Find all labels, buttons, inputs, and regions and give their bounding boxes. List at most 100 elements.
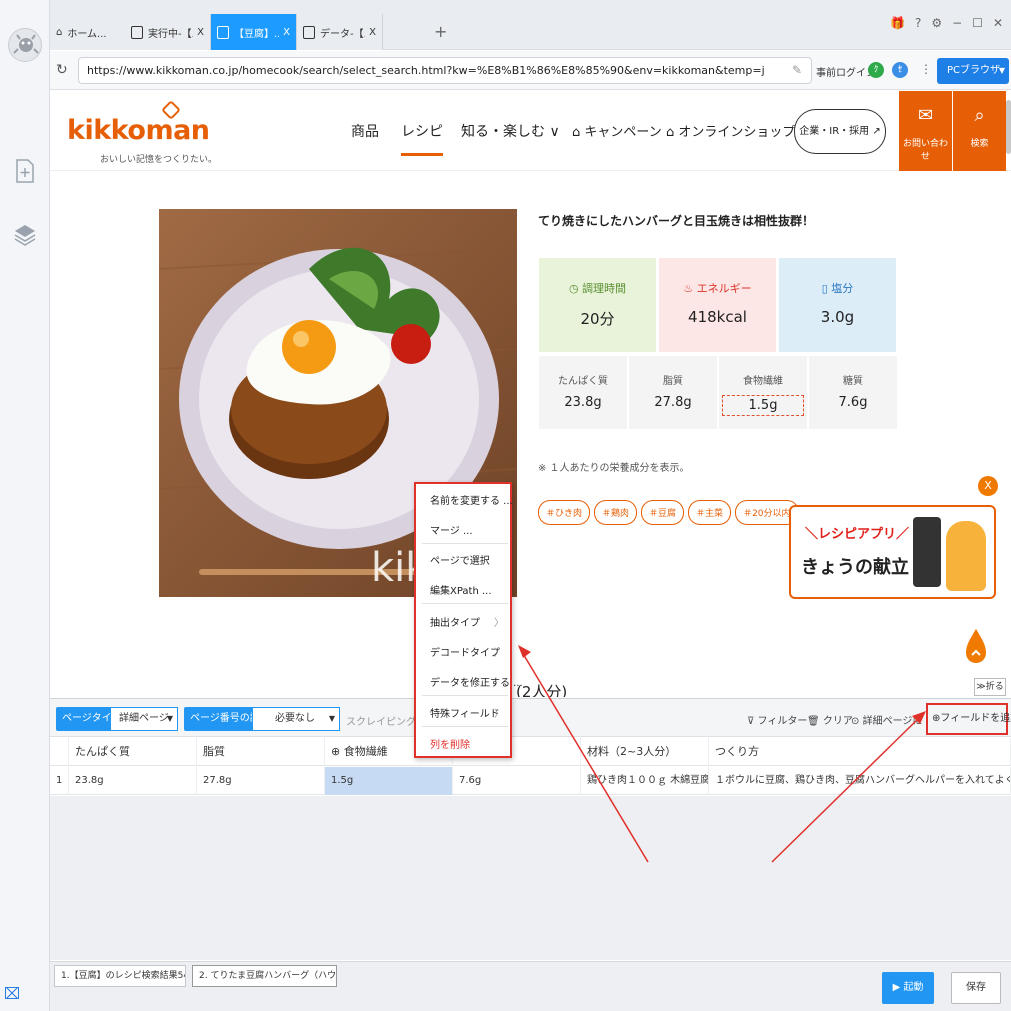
- add-field-button[interactable]: ⊕フィールドを追加: [926, 703, 1011, 735]
- logo-tagline: おいしい記憶をつくりたい。: [100, 155, 218, 165]
- fold-button[interactable]: ≫折る: [974, 678, 1006, 696]
- app-logo-icon: [8, 28, 42, 62]
- layers-icon[interactable]: [12, 222, 38, 248]
- maximize-icon[interactable]: ☐: [972, 16, 983, 30]
- nutrition-cooking-time: ◷ 調理時間 20分: [539, 258, 656, 352]
- nav-products[interactable]: 商品: [351, 121, 379, 141]
- mail-icon: ✉: [917, 105, 934, 126]
- tab-close-button[interactable]: X: [197, 27, 204, 38]
- prelogin-button[interactable]: 事前ログイン: [816, 64, 876, 79]
- banner-close-button[interactable]: X: [978, 476, 998, 496]
- tab-running[interactable]: 実行中-【... X: [125, 14, 211, 50]
- nav-learn[interactable]: 知る・楽しむ ∨: [461, 121, 560, 141]
- url-input[interactable]: https://www.kikkoman.co.jp/homecook/sear…: [78, 57, 812, 84]
- nav-recipes[interactable]: レシピ: [401, 121, 443, 156]
- tag-tofu[interactable]: ＃豆腐: [641, 500, 685, 525]
- grid-header: たんぱく質 脂質 ⊕ 食物繊維 材料（2~3人分） つくり方: [50, 738, 1011, 766]
- table-cell[interactable]: １ボウルに豆腐、鶏ひき肉、豆腐ハンバーグヘルパーを入れてよく混ぜ合わせる。2..…: [709, 767, 1011, 795]
- kikkoman-logo[interactable]: kikkoman: [67, 115, 210, 146]
- nutrition-fat: 脂質 27.8g: [629, 356, 717, 429]
- gift-icon[interactable]: 🎁: [890, 16, 905, 30]
- salt-icon: ▯: [821, 282, 828, 295]
- page-icon: [217, 25, 229, 39]
- drop-icon[interactable]: [964, 627, 988, 667]
- move-icon: ⊕: [331, 745, 344, 758]
- minimize-icon[interactable]: −: [952, 16, 962, 30]
- menu-special-field[interactable]: 特殊フィールド: [430, 705, 500, 720]
- scraper-panel: ページタイプ 詳細ページ ▼ ページ番号の設定 必要なし ▼ スクレイピング範囲…: [50, 698, 1011, 1011]
- chevron-right-icon: 〉: [494, 618, 504, 629]
- tag-main-dish[interactable]: ＃主菜: [688, 500, 732, 525]
- recipe-tagline: てり焼きにしたハンバーグと目玉焼きは相性抜群！: [538, 214, 815, 228]
- grid-empty-area: [50, 796, 1011, 960]
- contact-button[interactable]: ✉ お問い合わせ: [899, 91, 952, 171]
- search-button[interactable]: ⌕ 検索: [953, 91, 1006, 171]
- tab-data[interactable]: データ-【... X: [297, 14, 383, 50]
- table-cell[interactable]: 27.8g: [197, 767, 325, 795]
- reload-icon[interactable]: ↻: [56, 62, 68, 78]
- nutrition-note: ※ １人あたりの栄養成分を表示。: [538, 463, 690, 474]
- nav-campaign[interactable]: ⌂ キャンペーン: [572, 121, 662, 140]
- column-header-protein[interactable]: たんぱく質: [69, 738, 197, 766]
- nutrition-sugar: 糖質 7.6g: [809, 356, 897, 429]
- settings-icon[interactable]: ⚙: [931, 16, 942, 30]
- corporate-button[interactable]: 企業・IR・採用 ↗: [794, 109, 886, 154]
- nav-online-shop[interactable]: ⌂ オンラインショップ: [666, 121, 795, 140]
- tag-minced-meat[interactable]: ＃ひき肉: [538, 500, 591, 525]
- table-cell-selected[interactable]: 1.5g: [325, 767, 453, 795]
- task-tab-search-results[interactable]: 1.【豆腐】のレシピ検索結果548...: [54, 965, 186, 987]
- start-button[interactable]: ▶ 起動: [882, 972, 934, 1004]
- menu-merge[interactable]: マージ ...: [430, 522, 473, 537]
- menu-select-in-page[interactable]: ページで選択: [430, 552, 490, 567]
- site-header: kikkoman おいしい記憶をつくりたい。 商品 レシピ 知る・楽しむ ∨ ⌂…: [50, 91, 1011, 171]
- tab-home[interactable]: ⌂ ホーム...: [50, 14, 136, 50]
- menu-edit-xpath[interactable]: 編集XPath ...: [430, 582, 492, 597]
- nutrition-protein: たんぱく質 23.8g: [539, 356, 627, 429]
- left-rail: [0, 0, 50, 1011]
- more-icon[interactable]: ⋮: [920, 62, 932, 76]
- tag-chicken[interactable]: ＃鶏肉: [594, 500, 638, 525]
- column-header-fat[interactable]: 脂質: [197, 738, 325, 766]
- clock-icon: ◷: [568, 282, 579, 295]
- search-icon: ⌕: [974, 105, 985, 126]
- mail-icon[interactable]: [5, 987, 19, 999]
- column-header-steps[interactable]: つくり方: [709, 738, 1011, 766]
- table-cell[interactable]: 7.6g: [453, 767, 581, 795]
- flame-icon: ♨: [683, 282, 694, 295]
- new-tab-button[interactable]: +: [434, 22, 447, 41]
- menu-extract-type[interactable]: 抽出タイプ: [430, 614, 480, 629]
- page-number-select[interactable]: 必要なし ▼: [252, 707, 340, 731]
- detail-page-button[interactable]: ⊙ 詳細ページに行く: [851, 712, 923, 727]
- recipe-tags: ＃ひき肉 ＃鶏肉 ＃豆腐 ＃主菜 ＃20分以内: [538, 500, 799, 525]
- page-type-select[interactable]: 詳細ページ ▼: [110, 707, 178, 731]
- new-task-icon[interactable]: [12, 158, 38, 184]
- menu-decode-type[interactable]: デコードタイプ: [430, 644, 500, 659]
- extension-icon[interactable]: ｾ: [892, 62, 908, 78]
- close-icon[interactable]: ✕: [993, 16, 1003, 30]
- page-icon: [131, 25, 143, 39]
- extension-icon[interactable]: ｸ: [868, 62, 884, 78]
- menu-separator: [422, 543, 508, 544]
- menu-modify-data[interactable]: データを修正する ...: [430, 674, 523, 689]
- pc-browser-button[interactable]: PCブラウザ ▼: [937, 58, 1009, 84]
- task-tab-detail[interactable]: 2. てりたま豆腐ハンバーグ（ハウ... ×: [192, 965, 337, 987]
- filter-button[interactable]: ⊽ フィルター: [747, 712, 807, 727]
- recipe-app-banner[interactable]: ＼レシピアプリ／ きょうの献立: [789, 505, 996, 599]
- edit-icon[interactable]: ✎: [792, 63, 802, 77]
- menu-rename[interactable]: 名前を変更する ...: [430, 492, 513, 507]
- menu-separator: [422, 726, 508, 727]
- clear-button[interactable]: 🗑 クリア: [807, 712, 853, 727]
- table-cell[interactable]: 23.8g: [69, 767, 197, 795]
- menu-separator: [422, 695, 508, 696]
- dropdown-icon: ▼: [328, 714, 335, 723]
- save-button[interactable]: 保存: [951, 972, 1001, 1004]
- nutrition-fiber[interactable]: 食物繊維 1.5g: [719, 356, 807, 429]
- table-cell[interactable]: 鶏ひき肉１００ｇ 木綿豆腐１５...: [581, 767, 709, 795]
- tab-close-button[interactable]: X: [283, 27, 290, 38]
- column-header-ingredients[interactable]: 材料（2~3人分）: [581, 738, 709, 766]
- menu-delete-column[interactable]: 列を削除: [430, 736, 470, 751]
- tab-close-button[interactable]: X: [369, 27, 376, 38]
- help-icon[interactable]: ?: [915, 16, 921, 30]
- tab-tofu[interactable]: 【豆腐】... X: [211, 14, 297, 50]
- page-scrollbar[interactable]: [1006, 100, 1011, 154]
